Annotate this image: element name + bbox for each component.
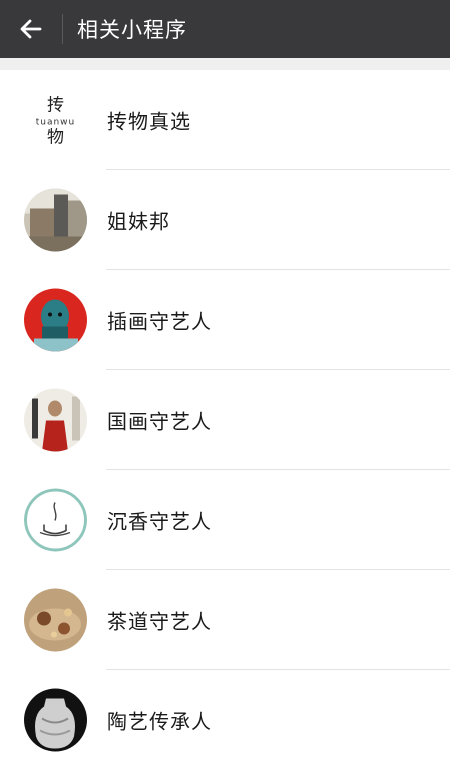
list-item-label: 姐妹邦 bbox=[107, 209, 170, 234]
list-item-label: 陶艺传承人 bbox=[107, 709, 212, 734]
list-item-tuanwu[interactable]: 抟 tuanwu 物 抟物真选 bbox=[0, 70, 450, 170]
page-title: 相关小程序 bbox=[77, 18, 187, 42]
tea-ceremony-artisan-avatar bbox=[24, 588, 87, 652]
tuanwu-logo: 抟 tuanwu 物 bbox=[24, 88, 87, 152]
section-gap bbox=[0, 58, 450, 70]
agarwood-artisan-logo bbox=[24, 488, 87, 552]
illustration-artisan-avatar bbox=[24, 288, 87, 352]
mini-program-list: 抟 tuanwu 物 抟物真选 姐妹邦 插画守艺人 国画守艺人 沉香守艺人 茶道… bbox=[0, 70, 450, 770]
header-divider bbox=[62, 14, 63, 44]
svg-text:物: 物 bbox=[47, 128, 64, 148]
list-item-chinese-painting-artisan[interactable]: 国画守艺人 bbox=[0, 370, 450, 470]
top-bar: 相关小程序 bbox=[0, 0, 450, 58]
svg-text:tuanwu: tuanwu bbox=[36, 118, 76, 128]
list-item-label: 抟物真选 bbox=[107, 109, 191, 134]
list-item-label: 国画守艺人 bbox=[107, 409, 212, 434]
list-item-label: 茶道守艺人 bbox=[107, 609, 212, 634]
ceramics-inheritor-avatar bbox=[24, 688, 87, 752]
list-item-ceramics-inheritor[interactable]: 陶艺传承人 bbox=[0, 670, 450, 770]
jiemeibang-avatar bbox=[24, 188, 87, 252]
back-button[interactable] bbox=[0, 0, 62, 58]
list-item-agarwood-artisan[interactable]: 沉香守艺人 bbox=[0, 470, 450, 570]
list-item-tea-ceremony-artisan[interactable]: 茶道守艺人 bbox=[0, 570, 450, 670]
list-item-illustration-artisan[interactable]: 插画守艺人 bbox=[0, 270, 450, 370]
list-item-label: 插画守艺人 bbox=[107, 309, 212, 334]
list-item-label: 沉香守艺人 bbox=[107, 509, 212, 534]
chinese-painting-artisan-avatar bbox=[24, 388, 87, 452]
arrow-left-icon bbox=[20, 19, 42, 39]
list-item-jiemeibang[interactable]: 姐妹邦 bbox=[0, 170, 450, 270]
svg-text:抟: 抟 bbox=[47, 96, 64, 116]
